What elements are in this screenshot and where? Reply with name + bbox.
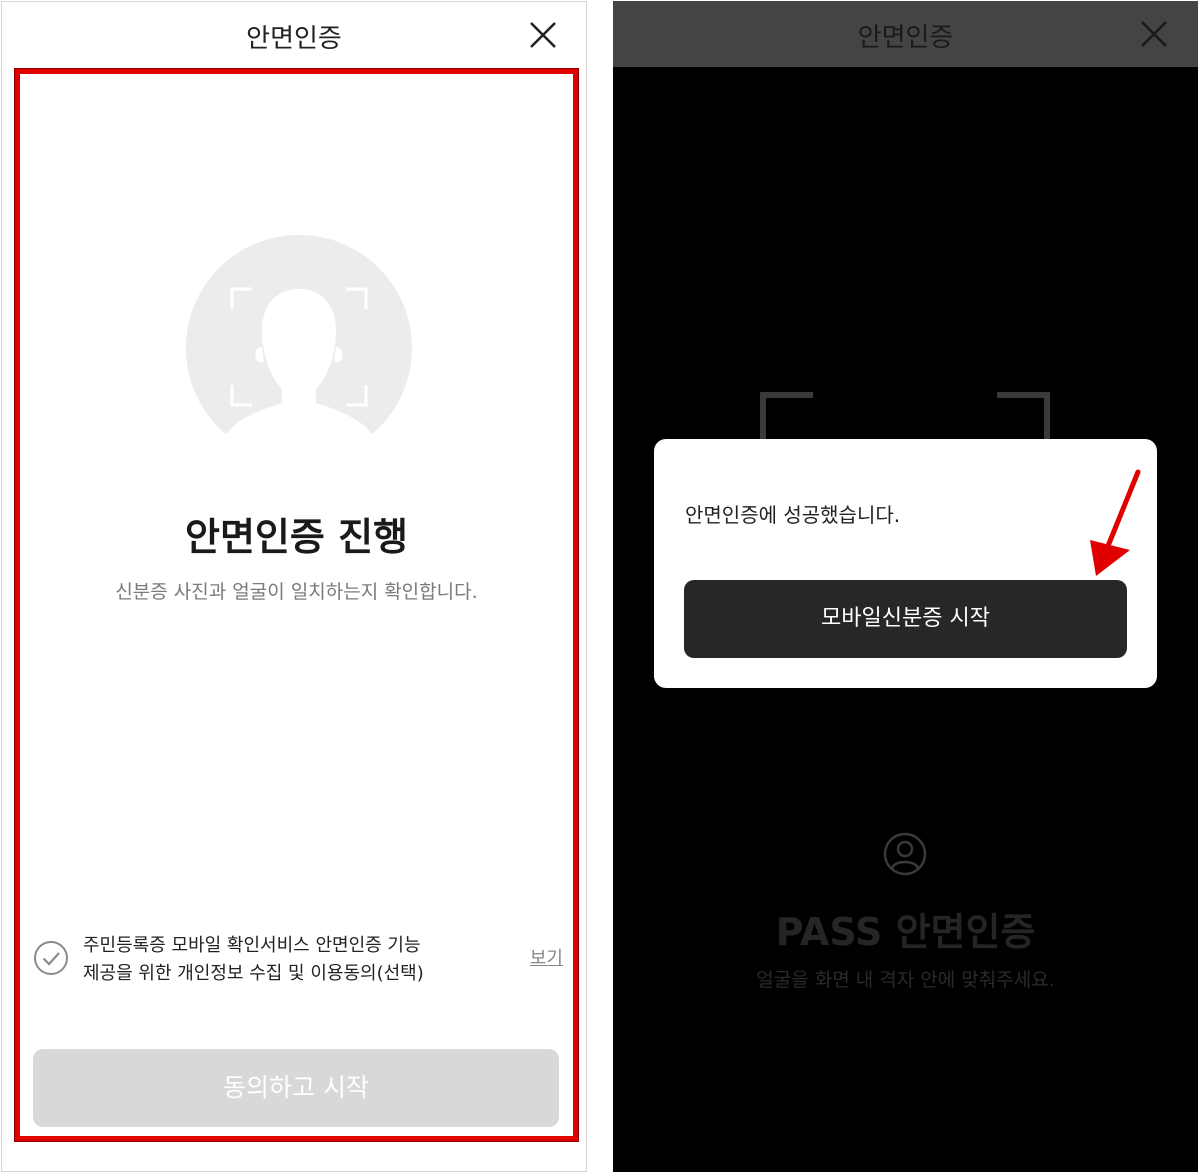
consent-line-1: 주민등록증 모바일 확인서비스 안면인증 기능 xyxy=(83,935,421,956)
mobile-id-start-button[interactable]: 모바일신분증 시작 xyxy=(684,580,1127,658)
consent-row: 주민등록증 모바일 확인서비스 안면인증 기능 제공을 위한 개인정보 수집 및… xyxy=(33,932,563,992)
consent-text: 주민등록증 모바일 확인서비스 안면인증 기능 제공을 위한 개인정보 수집 및… xyxy=(83,932,463,988)
dialog-message: 안면인증에 성공했습니다. xyxy=(685,503,901,527)
consent-line-2: 제공을 위한 개인정보 수집 및 이용동의(선택) xyxy=(83,963,424,984)
left-header: 안면인증 xyxy=(2,2,586,68)
pass-subtitle: 얼굴을 화면 내 격자 안에 맞춰주세요. xyxy=(756,969,1055,991)
arrow-icon xyxy=(1086,468,1142,578)
checkmark-circle-icon[interactable] xyxy=(33,940,69,976)
close-icon[interactable] xyxy=(1139,19,1169,49)
subtitle: 신분증 사진과 얼굴이 일치하는지 확인합니다. xyxy=(115,581,478,603)
highlight-frame: 안면인증 진행 신분증 사진과 얼굴이 일치하는지 확인합니다. 주민등록증 모… xyxy=(14,68,579,1142)
left-screen: 안면인증 안면인증 진행 신분증 사진과 얼굴이 일치하는지 확인합니다. 주민… xyxy=(1,1,587,1172)
pass-title: PASS 안면인증 xyxy=(775,910,1036,954)
agree-and-start-button[interactable]: 동의하고 시작 xyxy=(33,1049,559,1127)
close-icon[interactable] xyxy=(528,20,558,50)
main-title: 안면인증 진행 xyxy=(185,515,408,559)
right-header-title: 안면인증 xyxy=(857,23,954,53)
right-header: 안면인증 xyxy=(613,1,1198,67)
success-dialog: 안면인증에 성공했습니다. 모바일신분증 시작 xyxy=(654,439,1157,688)
face-scan-icon xyxy=(186,235,412,461)
view-link[interactable]: 보기 xyxy=(530,944,563,970)
user-icon xyxy=(883,832,927,876)
right-screen: 안면인증 PASS 안면인증 얼굴을 화면 내 격자 안에 맞춰주세요. 안면인… xyxy=(613,1,1198,1172)
left-header-title: 안면인증 xyxy=(246,24,342,54)
